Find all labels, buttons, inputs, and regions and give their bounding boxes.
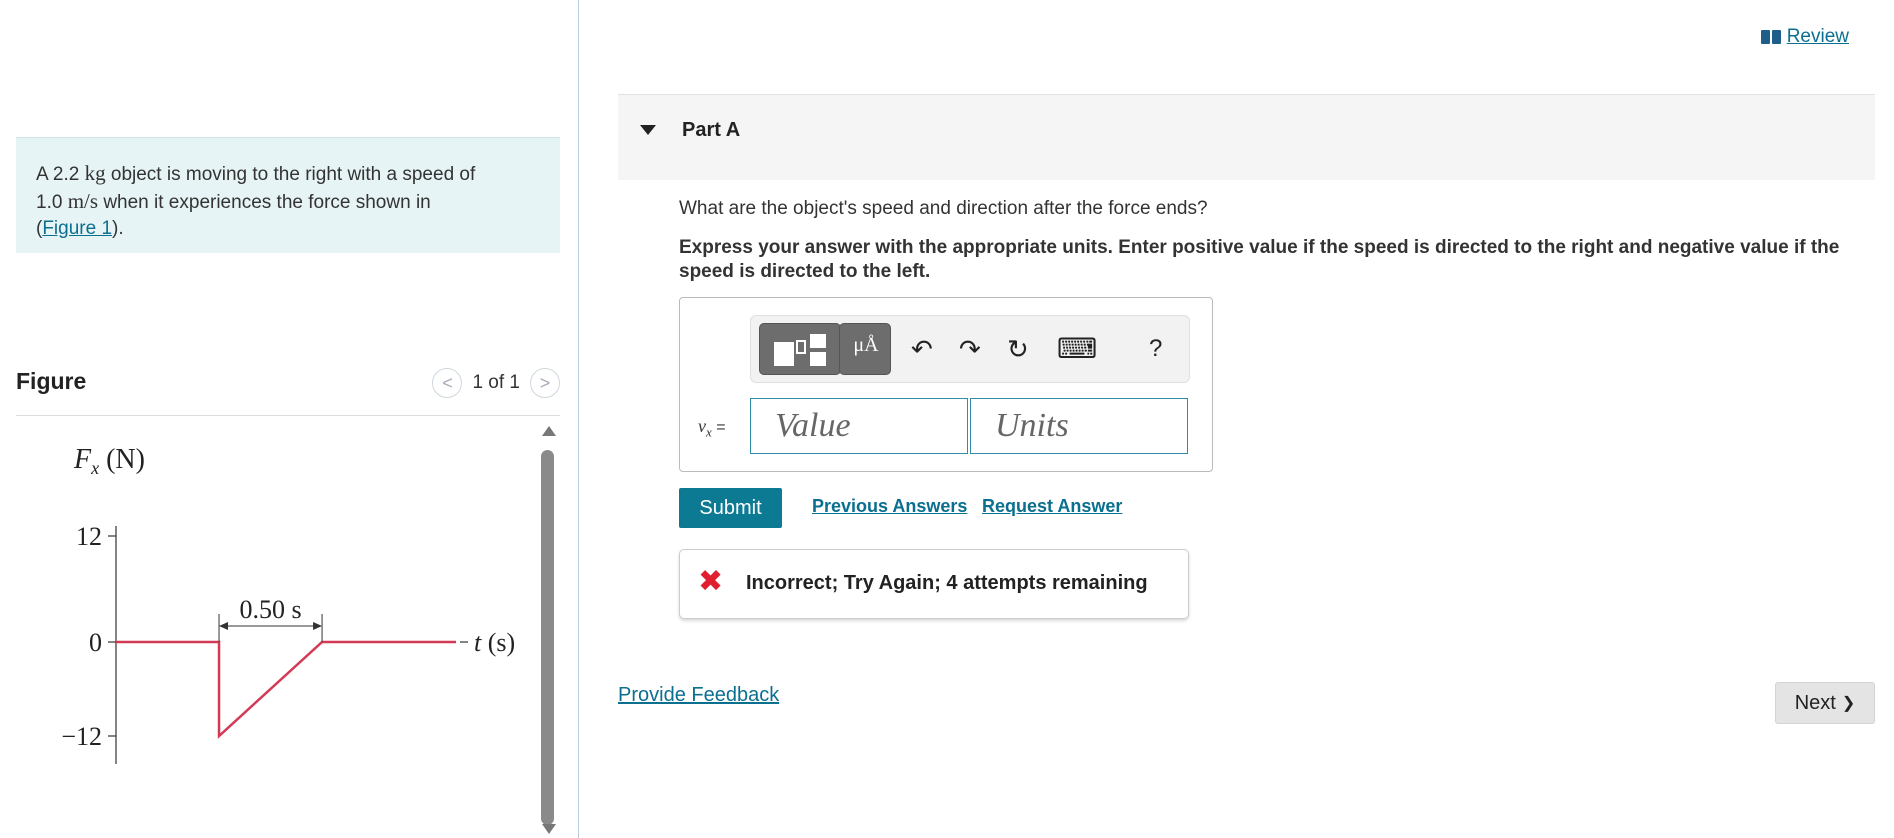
panel-divider: [578, 0, 579, 838]
request-answer-link[interactable]: Request Answer: [982, 496, 1122, 517]
pager-count: 1 of 1: [472, 372, 520, 393]
y-axis-label: Fx (N): [73, 444, 145, 478]
caret-down-icon[interactable]: [640, 125, 656, 135]
instructions-text: Express your answer with the appropriate…: [679, 237, 1840, 282]
figure-header: Figure < 1 of 1 >: [16, 360, 560, 416]
left-panel: A 2.2 kg object is moving to the right w…: [0, 0, 578, 838]
chevron-left-icon: <: [442, 372, 453, 393]
templates-icon: [774, 334, 828, 366]
problem-text-post: when it experiences the force shown in: [98, 192, 431, 213]
chevron-right-icon: >: [539, 372, 551, 393]
value-input[interactable]: [750, 398, 968, 454]
link-close: ).: [112, 218, 124, 239]
feedback-box: ✖ Incorrect; Try Again; 4 attempts remai…: [679, 549, 1189, 619]
question-text: What are the object's speed and directio…: [679, 198, 1208, 219]
figure-title: Figure: [16, 368, 87, 394]
review-label: Review: [1786, 26, 1849, 47]
y-tick-label: 0: [89, 628, 102, 657]
undo-icon[interactable]: ↶: [911, 334, 933, 364]
previous-figure-button[interactable]: <: [432, 368, 463, 398]
y-tick-label: −12: [61, 722, 102, 751]
units-button[interactable]: μÅ: [839, 323, 891, 375]
chart-ticks: 12 0 −12: [61, 522, 116, 751]
speed-value: 1.0: [36, 192, 68, 213]
part-title: Part A: [682, 119, 741, 141]
force-time-chart: Fx (N) t (s) 12 0 −12 0.50 s: [61, 444, 515, 764]
math-toolbar: μÅ ↶ ↷ ↻ ⌨ ?: [750, 315, 1190, 383]
problem-text-mid: object is moving to the right with a spe…: [105, 164, 476, 185]
duration-label: 0.50 s: [239, 595, 301, 624]
duration-arrowhead-left: [219, 622, 229, 630]
next-figure-button[interactable]: >: [530, 368, 560, 398]
feedback-text: Incorrect; Try Again; 4 attempts remaini…: [746, 572, 1148, 594]
keyboard-icon[interactable]: ⌨: [1057, 334, 1097, 364]
templates-button[interactable]: [759, 323, 841, 375]
duration-arrowhead-right: [313, 622, 323, 630]
speed-unit: m/s: [67, 189, 99, 213]
units-icon: μÅ: [853, 334, 879, 356]
part-header[interactable]: Part A: [618, 94, 1875, 180]
next-button[interactable]: Next ❯: [1775, 682, 1875, 724]
answer-box: μÅ ↶ ↷ ↻ ⌨ ? vx =: [679, 297, 1213, 472]
reset-icon[interactable]: ↻: [1007, 334, 1029, 364]
provide-feedback-link[interactable]: Provide Feedback: [618, 684, 779, 707]
mass-unit: kg: [84, 161, 106, 185]
variable-label: vx =: [698, 416, 726, 441]
chevron-right-icon: ❯: [1841, 695, 1856, 712]
force-series-line: [116, 640, 456, 739]
figure-area: Fx (N) t (s) 12 0 −12 0.50 s: [16, 420, 546, 838]
incorrect-icon: ✖: [698, 565, 724, 598]
y-tick-label: 12: [76, 522, 102, 551]
problem-text-pre: A 2.2: [36, 164, 85, 185]
figure-pager: < 1 of 1 >: [432, 368, 560, 398]
scroll-down-arrow[interactable]: [542, 824, 556, 834]
redo-icon[interactable]: ↷: [959, 334, 981, 364]
help-icon[interactable]: ?: [1149, 334, 1162, 364]
problem-statement: A 2.2 kg object is moving to the right w…: [16, 137, 560, 253]
figure-scrollbar[interactable]: [538, 420, 558, 838]
chart-series: [116, 640, 456, 739]
equals-sign: =: [711, 419, 726, 436]
units-input[interactable]: [970, 398, 1188, 454]
chart-annotations: 0.50 s: [218, 595, 323, 642]
previous-answers-link[interactable]: Previous Answers: [812, 496, 967, 517]
book-icon: [1760, 30, 1781, 44]
review-link[interactable]: Review: [1760, 26, 1849, 48]
scroll-up-arrow[interactable]: [542, 426, 556, 436]
submit-button[interactable]: Submit: [679, 488, 782, 528]
scroll-thumb[interactable]: [541, 450, 554, 825]
next-label: Next: [1794, 691, 1836, 714]
x-axis-label: t (s): [474, 628, 515, 657]
variable-symbol: v: [698, 416, 706, 436]
figure-link[interactable]: Figure 1: [42, 218, 112, 239]
